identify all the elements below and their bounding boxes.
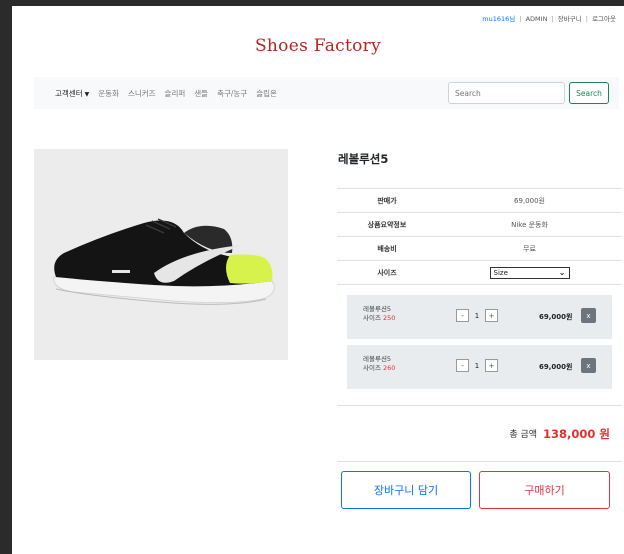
total-section: 총 금액 138,000 원 [337,406,622,462]
shoe-image [53,218,275,305]
info-row: 판매가 69,000원 [337,189,622,213]
info-label: 판매가 [377,196,397,205]
total-label: 총 금액 [509,430,538,440]
page: mu1616님 | ADMIN | 장바구니 | 로그아웃 Shoes Fact… [12,6,624,554]
option-product-name: 레볼루션5 [363,355,392,363]
nav-item-customer-center[interactable]: 고객센터 ▼ [55,88,89,99]
nav-item-soccer-basketball[interactable]: 축구/농구 [217,88,247,99]
plus-button[interactable]: + [485,309,498,322]
info-value: 무료 [523,244,536,253]
info-row: 배송비 무료 [337,237,622,261]
size-select-value: Size [493,268,508,277]
separator: | [519,15,522,23]
product-info-table: 판매가 69,000원 상품요약정보 Nike 운동화 배송비 무료 사이즈 S… [337,188,622,285]
quantity-stepper: - 1 + [456,359,498,372]
chevron-down-icon: ⌄ [558,268,566,277]
option-product-name: 레볼루션5 [363,305,392,313]
info-label: 배송비 [377,244,397,253]
buy-now-button[interactable]: 구매하기 [479,471,610,509]
action-buttons: 장바구니 담기 구매하기 [337,462,622,509]
size-select[interactable]: Size ⌄ [489,266,570,279]
nav-item-slippers[interactable]: 슬리퍼 [165,88,186,99]
info-value: Nike 운동화 [511,220,548,229]
nav-item-slip-on[interactable]: 슬립온 [256,88,277,99]
caret-down-icon: ▼ [84,90,90,98]
info-label: 상품요약정보 [367,220,407,229]
product-name: 레볼루션5 [338,152,389,166]
product-detail: 레볼루션5 판매가 69,000원 상품요약정보 Nike 운동화 배송비 무료… [337,146,622,509]
nav-item-sandals[interactable]: 샌들 [194,88,208,99]
option-size-label: 사이즈 [363,314,381,322]
user-link[interactable]: mu1616님 [482,15,515,23]
product-image [34,149,288,360]
nav-item-label: 고객센터 [55,88,83,98]
add-to-cart-button[interactable]: 장바구니 담기 [341,471,471,509]
option-size-value: 250 [383,314,396,322]
selected-options: 레볼루션5 사이즈 250 - 1 + 69,000원 x 레볼루션5 사이즈 … [337,295,622,406]
admin-link[interactable]: ADMIN [526,15,548,23]
option-item: 레볼루션5 사이즈 250 - 1 + 69,000원 x [347,295,612,339]
quantity-value: 1 [474,311,480,320]
separator: | [551,15,554,23]
size-label: 사이즈 [377,268,397,277]
quantity-stepper: - 1 + [456,309,498,322]
search-button[interactable]: Search [569,82,609,104]
navbar: 고객센터 ▼ 운동화 스니커즈 슬리퍼 샌들 축구/농구 슬립온 Search [34,77,619,109]
search-input[interactable] [448,82,565,104]
cart-link[interactable]: 장바구니 [558,15,582,23]
info-value: 69,000원 [514,196,545,205]
option-size-label: 사이즈 [363,364,381,372]
brand-logo[interactable]: Shoes Factory [12,36,624,56]
separator: | [585,15,588,23]
nav-item-running-shoes[interactable]: 운동화 [98,88,119,99]
total-amount: 138,000 원 [543,426,610,441]
option-item: 레볼루션5 사이즈 260 - 1 + 69,000원 x [347,345,612,389]
quantity-value: 1 [474,361,480,370]
logout-link[interactable]: 로그아웃 [592,15,616,23]
nav-item-sneakers[interactable]: 스니커즈 [128,88,156,99]
option-price: 69,000원 [539,313,573,321]
size-value-cell: Size ⌄ [437,266,622,279]
remove-option-button[interactable]: x [581,358,596,373]
option-name: 레볼루션5 사이즈 250 [363,305,395,323]
option-size-value: 260 [383,364,396,372]
minus-button[interactable]: - [456,359,469,372]
info-row: 상품요약정보 Nike 운동화 [337,213,622,237]
nav-menu: 고객센터 ▼ 운동화 스니커즈 슬리퍼 샌들 축구/농구 슬립온 [34,88,277,99]
plus-button[interactable]: + [485,359,498,372]
option-price: 69,000원 [539,363,573,371]
minus-button[interactable]: - [456,309,469,322]
remove-option-button[interactable]: x [581,308,596,323]
option-name: 레볼루션5 사이즈 260 [363,355,395,373]
size-row: 사이즈 Size ⌄ [337,261,622,285]
dark-left-strip [0,0,12,554]
user-links: mu1616님 | ADMIN | 장바구니 | 로그아웃 [482,13,616,23]
search-form: Search [448,82,609,104]
